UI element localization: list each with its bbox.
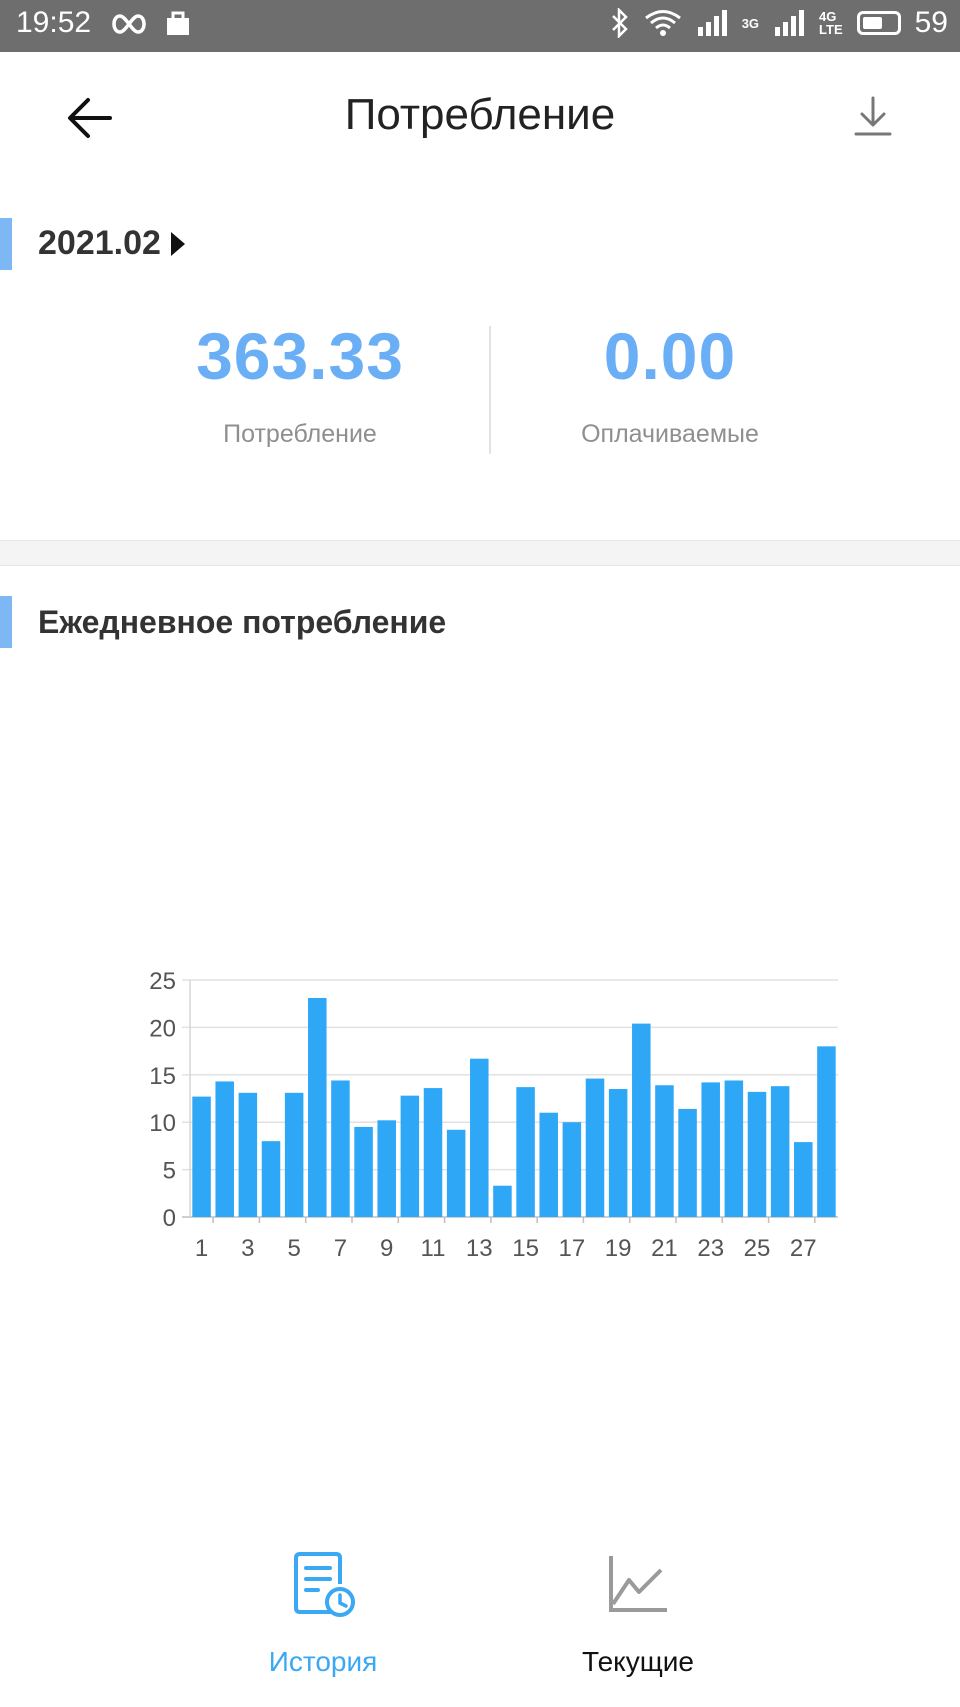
- chart-bar: [192, 1096, 211, 1217]
- wifi-icon: [644, 10, 681, 36]
- page-title: Потребление: [344, 90, 616, 139]
- chart-bar: [331, 1080, 350, 1217]
- x-tick-label: 7: [334, 1235, 347, 1262]
- battery-icon: [856, 11, 901, 35]
- chart-bar: [215, 1081, 234, 1217]
- period-label: 2021.02: [38, 224, 161, 262]
- bottom-nav: История Текущие: [0, 1530, 960, 1707]
- line-chart-icon: [609, 1556, 667, 1612]
- tab-history-label: История: [268, 1646, 378, 1677]
- billable-stat: 0.00 Оплачиваемые: [470, 318, 870, 449]
- section-separator: [0, 540, 960, 566]
- billable-label: Оплачиваемые: [581, 420, 759, 448]
- x-tick-label: 17: [559, 1235, 586, 1262]
- chart-bar: [516, 1087, 535, 1217]
- chart-bar: [562, 1122, 582, 1217]
- signal-icon: [697, 10, 727, 36]
- period-selector[interactable]: 2021.02: [38, 224, 185, 263]
- summary-panel: 363.33 Потребление 0.00 Оплачиваемые: [0, 318, 960, 478]
- network-3g-label: 3G: [741, 15, 760, 31]
- chart-bar: [238, 1092, 258, 1217]
- chart-bar: [308, 998, 327, 1217]
- bluetooth-icon: [611, 8, 628, 38]
- chart-bar: [770, 1086, 790, 1217]
- chart-bar: [539, 1112, 558, 1217]
- chart-bar: [817, 1046, 836, 1217]
- billable-value: 0.00: [603, 319, 737, 393]
- chart-bar: [585, 1078, 605, 1217]
- app-header: Потребление: [0, 52, 960, 182]
- tab-history[interactable]: История: [203, 1550, 443, 1678]
- chart-bar: [747, 1091, 767, 1217]
- chart-bar: [470, 1058, 489, 1217]
- chart-bar: [261, 1141, 281, 1217]
- battery-percent: 59: [914, 6, 948, 39]
- x-tick-label: 19: [605, 1235, 632, 1262]
- x-tick-label: 15: [512, 1235, 539, 1262]
- chart-bar: [678, 1108, 697, 1217]
- battery-level-fill: [862, 17, 882, 29]
- chart-bar: [493, 1185, 512, 1217]
- x-tick-label: 27: [790, 1235, 817, 1262]
- chart-bar: [423, 1088, 443, 1217]
- y-tick-label: 25: [149, 968, 176, 995]
- chart-bar: [608, 1089, 628, 1217]
- x-tick-label: 5: [287, 1235, 300, 1262]
- status-time: 19:52: [16, 6, 92, 39]
- chart-bar: [724, 1080, 744, 1217]
- x-tick-label: 1: [195, 1235, 208, 1262]
- y-tick-label: 10: [149, 1110, 176, 1137]
- infinity-icon: [112, 14, 146, 34]
- y-tick-label: 15: [149, 1063, 176, 1090]
- caret-right-icon: [170, 231, 185, 256]
- y-tick-label: 20: [149, 1015, 176, 1042]
- network-4g-lte-label: 4G LTE: [819, 9, 843, 37]
- section-accent-bar: [0, 596, 12, 648]
- x-tick-label: 25: [744, 1235, 771, 1262]
- x-tick-label: 11: [421, 1235, 446, 1262]
- chart-bar: [655, 1085, 674, 1217]
- download-icon[interactable]: [848, 92, 898, 142]
- tab-current-label: Текущие: [582, 1646, 694, 1677]
- x-tick-label: 23: [697, 1235, 724, 1262]
- consumption-stat: 363.33 Потребление: [100, 318, 500, 449]
- x-tick-label: 3: [241, 1235, 254, 1262]
- chart-bar: [354, 1126, 373, 1217]
- x-tick-label: 13: [466, 1235, 493, 1262]
- chart-bar: [400, 1095, 420, 1217]
- status-bar: 19:52 3G 4G LTE 59: [0, 0, 960, 52]
- chart-bar: [632, 1023, 651, 1217]
- section-accent-bar: [0, 218, 12, 270]
- history-document-icon: [294, 1552, 355, 1617]
- tab-current[interactable]: Текущие: [518, 1550, 758, 1678]
- chart-bar: [284, 1092, 304, 1217]
- briefcase-icon: [167, 11, 189, 35]
- chart-bar: [446, 1129, 466, 1217]
- y-tick-label: 0: [163, 1205, 176, 1232]
- daily-consumption-chart: 05101520251 3 5 7 9 11 13 15 17 19 21 23 25 27: [149, 968, 838, 1262]
- consumption-label: Потребление: [223, 420, 377, 448]
- x-tick-label: 9: [380, 1235, 393, 1262]
- x-tick-label: 21: [651, 1235, 678, 1262]
- chart-bar: [377, 1120, 396, 1217]
- chart-bar: [794, 1142, 813, 1217]
- signal-icon: [775, 10, 805, 36]
- y-tick-label: 5: [163, 1158, 176, 1185]
- chart-bar: [701, 1082, 720, 1217]
- daily-consumption-title: Ежедневное потребление: [38, 604, 447, 640]
- consumption-value: 363.33: [196, 319, 404, 393]
